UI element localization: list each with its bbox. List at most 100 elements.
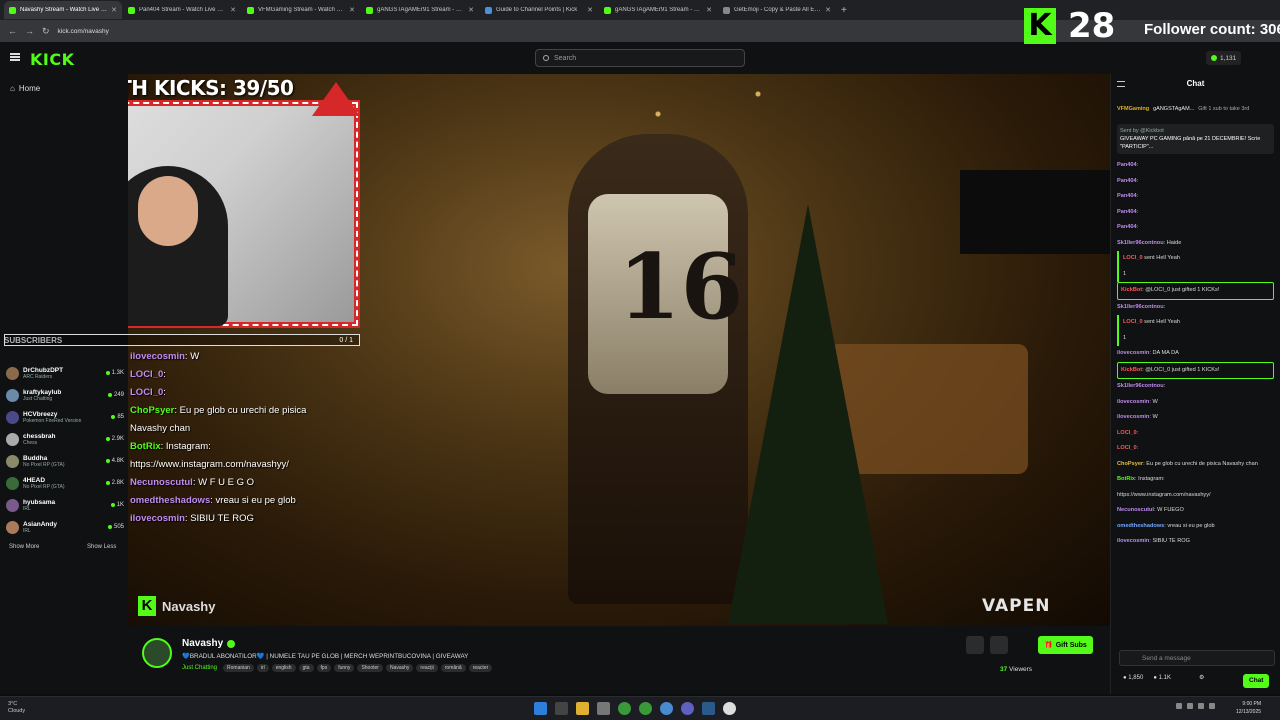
close-tab-icon[interactable]: ✕	[111, 6, 117, 14]
obs-icon[interactable]	[723, 702, 736, 715]
clock[interactable]: 9:00 PM 12/13/2025	[1236, 700, 1261, 716]
chat-message: https://www.instagram.com/navashyy/	[1117, 488, 1274, 504]
chat-username[interactable]: ilovecosmin	[1117, 414, 1149, 420]
goal-bar: 0 0 / 1	[4, 334, 360, 346]
tray-chevron-icon[interactable]	[1176, 703, 1182, 709]
show-less-link[interactable]: Show Less	[87, 544, 116, 550]
chat-username[interactable]: Sk1ller96contnou	[1117, 383, 1164, 389]
browser-tab[interactable]: gANGSTAgAMEr91 Stream - Watch Live on Ki…	[599, 1, 717, 19]
stream-tag[interactable]: fps	[316, 664, 332, 672]
volume-icon[interactable]	[1198, 703, 1204, 709]
kick-logo[interactable]: KICK	[30, 50, 75, 69]
chat-username[interactable]: LOCI_0	[1123, 319, 1143, 325]
store-icon[interactable]	[597, 702, 610, 715]
weather-widget[interactable]: 3°C Cloudy	[8, 701, 25, 715]
browser-tab[interactable]: gANGSTAgAMEr91 Stream - Watch Live on Ki…	[361, 1, 479, 19]
stream-tag[interactable]: irl	[256, 664, 269, 672]
stream-tag[interactable]: reacter	[468, 664, 493, 672]
chrome-profile-icon[interactable]	[639, 702, 652, 715]
reload-icon[interactable]: ↻	[42, 26, 50, 37]
close-tab-icon[interactable]: ✕	[825, 6, 831, 14]
chat-username[interactable]: Pan404	[1117, 193, 1137, 199]
chat-username[interactable]: Sk1ller96contnou	[1117, 304, 1164, 310]
chat-username[interactable]: KickBot	[1121, 287, 1142, 293]
chat-username[interactable]: KickBot	[1121, 367, 1142, 373]
back-icon[interactable]: ←	[8, 26, 17, 36]
weather-desc: Cloudy	[8, 708, 26, 714]
close-tab-icon[interactable]: ✕	[468, 6, 474, 14]
browser-tab[interactable]: Guide to Channel Points | Kick ✕	[480, 1, 598, 19]
stream-category[interactable]: Just Chatting	[182, 665, 217, 671]
show-more-link[interactable]: Show More	[9, 544, 39, 550]
chat-text: : Instagram:	[1135, 476, 1165, 482]
url-field[interactable]: kick.com/navashy	[58, 28, 109, 35]
channel-name-row: Navashy	[182, 638, 236, 649]
network-icon[interactable]	[1187, 703, 1193, 709]
menu-icon[interactable]	[10, 53, 20, 61]
send-chat-button[interactable]: Chat	[1243, 674, 1270, 688]
stream-tag[interactable]: funny	[334, 664, 355, 672]
steam-icon[interactable]	[702, 702, 715, 715]
overlay-chat-user: ilovecosmin	[130, 513, 185, 524]
home-link[interactable]: ⌂ Home	[10, 84, 40, 93]
favicon-icon	[128, 6, 135, 14]
chat-username[interactable]: ilovecosmin	[1117, 350, 1149, 356]
chat-username[interactable]: Pan404	[1117, 224, 1137, 230]
stream-tag[interactable]: Navashy	[385, 664, 414, 672]
stream-tag[interactable]: gta	[298, 664, 314, 672]
chrome-icon[interactable]	[618, 702, 631, 715]
clock-date: 12/13/2025	[1236, 709, 1262, 715]
browser-tab[interactable]: GetEmoji - Copy & Paste All Emojis ✕	[718, 1, 836, 19]
chat-username[interactable]: Pan404	[1117, 162, 1137, 168]
close-tab-icon[interactable]: ✕	[706, 6, 712, 14]
browser-tab[interactable]: VFMGaming Stream - Watch Live on Kick ✕	[242, 1, 360, 19]
chat-username[interactable]: LOCI_0	[1117, 445, 1137, 451]
taskbar-search-icon[interactable]	[555, 702, 568, 715]
chat-username[interactable]: ilovecosmin	[1117, 399, 1149, 405]
chat-username[interactable]: LOCI_0	[1117, 430, 1137, 436]
browser-icon[interactable]	[660, 702, 673, 715]
stream-tag[interactable]: Romanian	[223, 664, 254, 672]
chat-username[interactable]: Sk1ller96contnou	[1117, 240, 1164, 246]
chat-message: ChoPsyer: Eu pe glob cu urechi de pisica…	[1117, 457, 1274, 473]
clip-button[interactable]	[1014, 636, 1032, 654]
channel-points[interactable]: ● 1,850	[1123, 675, 1143, 681]
file-explorer-icon[interactable]	[576, 702, 589, 715]
start-icon[interactable]	[534, 702, 547, 715]
stream-tag[interactable]: română	[440, 664, 466, 672]
chat-username[interactable]: ilovecosmin	[1117, 538, 1149, 544]
close-tab-icon[interactable]: ✕	[230, 6, 236, 14]
stream-tag[interactable]: Shooter	[357, 664, 383, 672]
chat-username[interactable]: Necunoscutul	[1117, 507, 1154, 513]
close-tab-icon[interactable]: ✕	[587, 6, 593, 14]
chat-username[interactable]: ChoPsyer	[1117, 461, 1143, 467]
stream-tag[interactable]: reacții	[416, 664, 438, 672]
chat-message: Sk1ller96contnou: Haide	[1117, 236, 1274, 252]
overlay-chat-line: Necunoscutul: W F U E G O	[130, 474, 370, 492]
favicon-icon	[9, 6, 16, 14]
new-tab-icon[interactable]: +	[841, 5, 847, 16]
battery-icon[interactable]	[1209, 703, 1215, 709]
chat-username[interactable]: Pan404	[1117, 178, 1137, 184]
chat-message: omedtheshadows: vreau si eu pe glob	[1117, 519, 1274, 535]
settings-icon[interactable]: ⚙	[1199, 674, 1204, 681]
stream-tag[interactable]: english	[271, 664, 296, 672]
search-input[interactable]: Search	[535, 49, 745, 67]
notify-bell-button[interactable]	[966, 636, 984, 654]
browser-tab[interactable]: Navashy Stream - Watch Live on Kick✕	[4, 1, 122, 19]
points-pill[interactable]: 1,131	[1206, 51, 1242, 65]
gift-subs-button[interactable]: 🎁 Gift Subs	[1038, 636, 1093, 654]
discord-icon[interactable]	[681, 702, 694, 715]
chat-username[interactable]: Pan404	[1117, 209, 1137, 215]
collapse-chat-icon[interactable]	[1117, 81, 1125, 87]
close-tab-icon[interactable]: ✕	[349, 6, 355, 14]
channel-name[interactable]: Navashy	[182, 638, 223, 649]
follow-heart-button[interactable]	[990, 636, 1008, 654]
forward-icon[interactable]: →	[25, 26, 34, 36]
chat-username[interactable]: omedtheshadows	[1117, 523, 1164, 529]
chat-username[interactable]: LOCI_0	[1123, 255, 1143, 261]
channel-avatar[interactable]	[142, 638, 172, 668]
browser-tab[interactable]: Pan404 Stream - Watch Live on Kick ✕	[123, 1, 241, 19]
chat-username[interactable]: BotRix	[1117, 476, 1135, 482]
chat-input[interactable]: Send a message	[1119, 650, 1275, 666]
